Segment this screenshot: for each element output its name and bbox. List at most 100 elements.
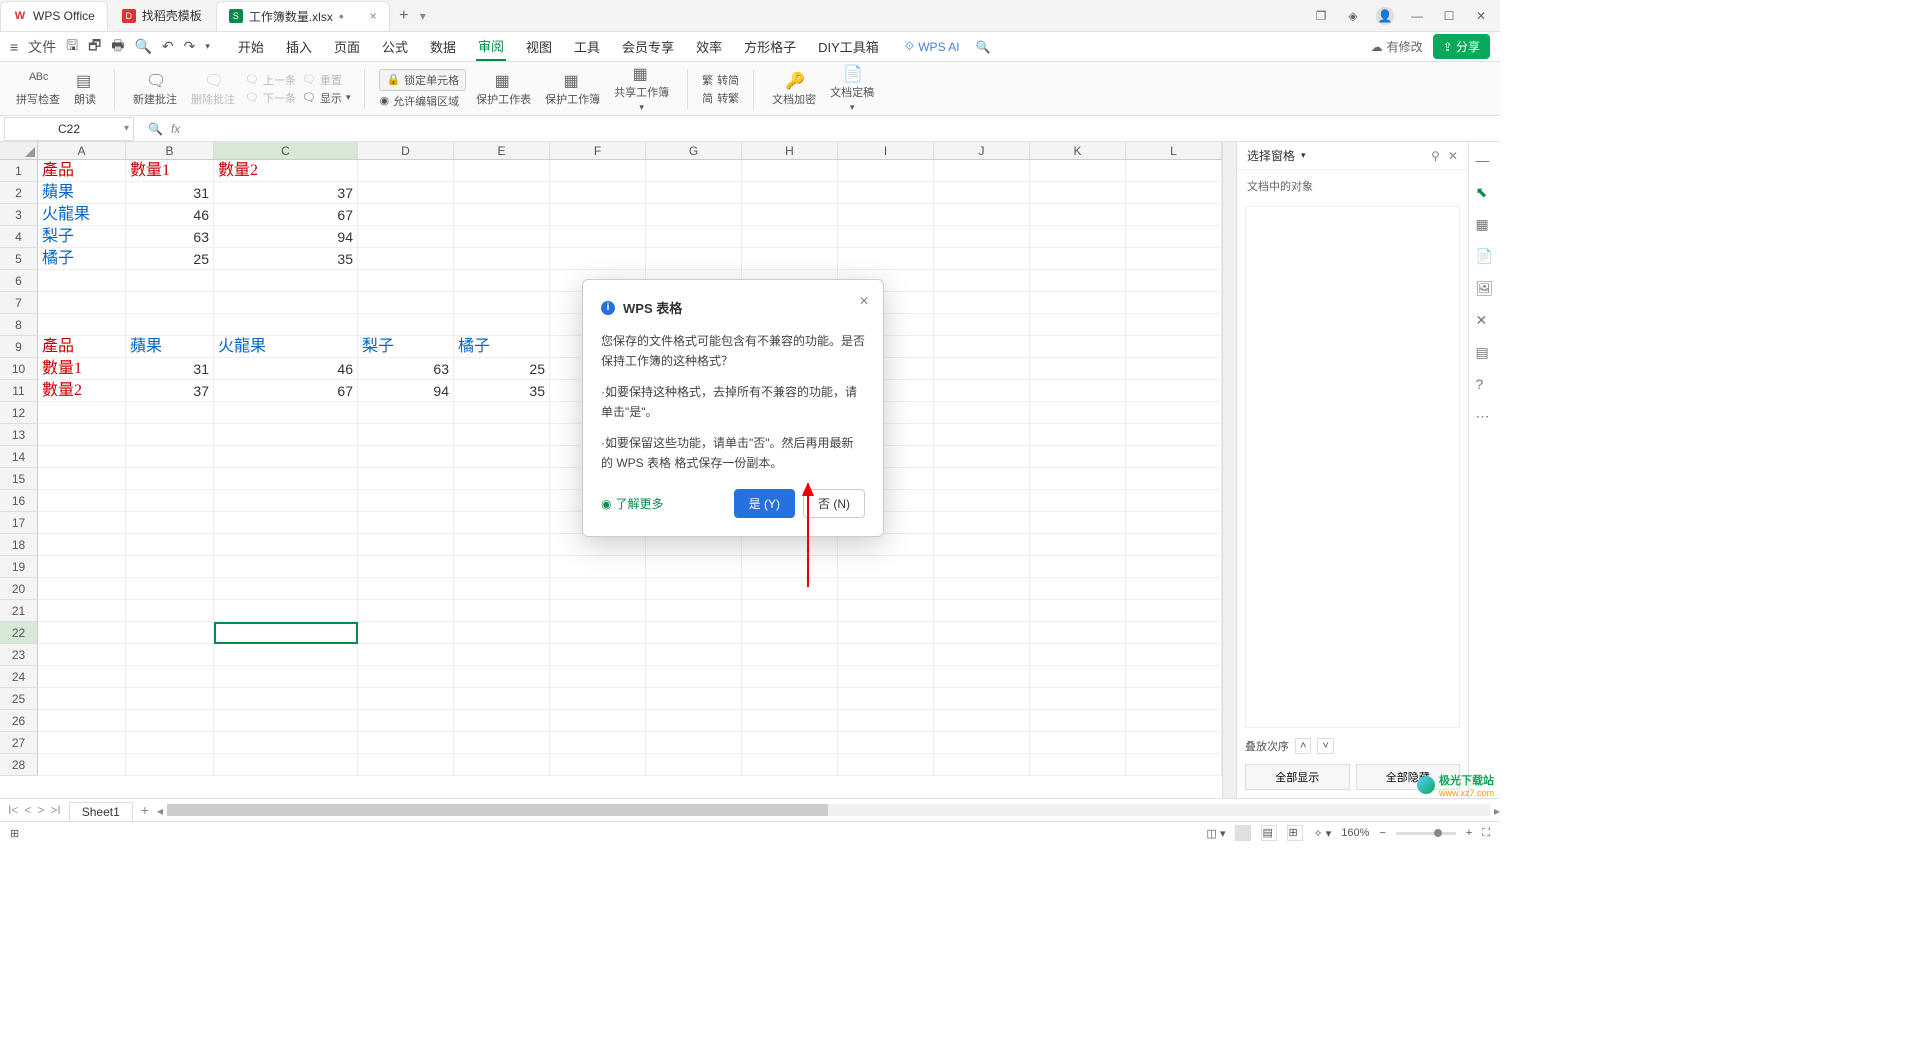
close-panel-icon[interactable]: ✕	[1448, 149, 1458, 163]
tools-icon[interactable]: ✕	[1476, 312, 1494, 330]
cell[interactable]	[214, 688, 358, 710]
cell[interactable]	[1126, 336, 1222, 358]
help-icon[interactable]: ?	[1476, 376, 1494, 394]
cell[interactable]	[1126, 314, 1222, 336]
more-icon[interactable]: ⋯	[1476, 408, 1494, 426]
cell[interactable]: 蘋果	[38, 182, 126, 204]
row-header-4[interactable]: 4	[0, 226, 38, 248]
row-header-22[interactable]: 22	[0, 622, 38, 644]
col-header-K[interactable]: K	[1030, 142, 1126, 159]
cell[interactable]	[126, 644, 214, 666]
cell[interactable]: 94	[358, 380, 454, 402]
cell[interactable]	[38, 666, 126, 688]
cell[interactable]	[550, 182, 646, 204]
cell[interactable]	[1126, 578, 1222, 600]
cell[interactable]	[1126, 292, 1222, 314]
row-header-15[interactable]: 15	[0, 468, 38, 490]
cell[interactable]	[1126, 424, 1222, 446]
cell[interactable]	[550, 226, 646, 248]
row-header-24[interactable]: 24	[0, 666, 38, 688]
allow-edit-button[interactable]: ◉允许编辑区域	[379, 93, 466, 109]
cell[interactable]	[550, 622, 646, 644]
cell[interactable]	[1030, 578, 1126, 600]
print-preview-icon[interactable]: 🖶	[111, 35, 124, 59]
cell[interactable]	[934, 534, 1030, 556]
cell[interactable]	[646, 622, 742, 644]
cell[interactable]	[214, 424, 358, 446]
cell[interactable]	[38, 424, 126, 446]
cell[interactable]	[454, 182, 550, 204]
cell[interactable]	[838, 754, 934, 776]
cell[interactable]	[646, 710, 742, 732]
cell[interactable]	[550, 248, 646, 270]
cell[interactable]	[358, 688, 454, 710]
cell[interactable]	[454, 688, 550, 710]
cell[interactable]	[358, 446, 454, 468]
cell[interactable]	[38, 446, 126, 468]
view-break-icon[interactable]: ⊞	[1287, 825, 1303, 841]
cell[interactable]	[38, 292, 126, 314]
row-header-21[interactable]: 21	[0, 600, 38, 622]
cell[interactable]	[358, 204, 454, 226]
cell[interactable]	[1030, 556, 1126, 578]
menu-tab-效率[interactable]: 效率	[694, 33, 724, 60]
cell[interactable]	[934, 182, 1030, 204]
row-header-23[interactable]: 23	[0, 644, 38, 666]
name-box[interactable]: C22 ▾	[4, 117, 134, 141]
cell[interactable]	[742, 622, 838, 644]
cell[interactable]	[358, 182, 454, 204]
cell[interactable]	[358, 666, 454, 688]
cell[interactable]	[742, 578, 838, 600]
row-header-16[interactable]: 16	[0, 490, 38, 512]
col-header-D[interactable]: D	[358, 142, 454, 159]
cell[interactable]	[646, 204, 742, 226]
cell[interactable]: 63	[126, 226, 214, 248]
cell[interactable]	[934, 556, 1030, 578]
cell[interactable]	[38, 402, 126, 424]
cell[interactable]	[1030, 600, 1126, 622]
cell[interactable]	[550, 754, 646, 776]
cell[interactable]	[550, 160, 646, 182]
select-tool-icon[interactable]: ⬉	[1476, 184, 1494, 202]
menu-tab-方形格子[interactable]: 方形格子	[742, 33, 798, 60]
row-header-26[interactable]: 26	[0, 710, 38, 732]
row-header-11[interactable]: 11	[0, 380, 38, 402]
delete-comment-button[interactable]: 🗨删除批注	[187, 71, 239, 107]
cell[interactable]	[1030, 160, 1126, 182]
cell[interactable]	[38, 622, 126, 644]
cell[interactable]	[934, 490, 1030, 512]
cell[interactable]	[126, 578, 214, 600]
cell[interactable]	[742, 688, 838, 710]
cell[interactable]	[126, 424, 214, 446]
cell[interactable]	[38, 754, 126, 776]
cell[interactable]	[126, 556, 214, 578]
cell[interactable]	[934, 292, 1030, 314]
cell[interactable]	[742, 204, 838, 226]
cell[interactable]	[934, 600, 1030, 622]
cell[interactable]	[1030, 754, 1126, 776]
cell[interactable]	[454, 160, 550, 182]
cell[interactable]	[1126, 534, 1222, 556]
no-button[interactable]: 否 (N)	[803, 489, 865, 518]
cell[interactable]: 產品	[38, 160, 126, 182]
cell[interactable]	[838, 534, 934, 556]
cell[interactable]	[934, 270, 1030, 292]
protect-sheet-button[interactable]: ▦保护工作表	[472, 71, 535, 107]
cell[interactable]	[1126, 644, 1222, 666]
cell[interactable]	[934, 402, 1030, 424]
sheet-tab[interactable]: Sheet1	[69, 802, 133, 821]
cell[interactable]	[742, 732, 838, 754]
cell[interactable]	[838, 710, 934, 732]
prev-comment-button[interactable]: 🗨上一条	[245, 72, 296, 88]
cell[interactable]: 產品	[38, 336, 126, 358]
cell[interactable]	[358, 512, 454, 534]
cell[interactable]	[38, 512, 126, 534]
chevron-down-icon[interactable]: ▾	[1301, 150, 1306, 161]
cell[interactable]	[550, 710, 646, 732]
cell[interactable]	[934, 204, 1030, 226]
cell[interactable]	[934, 380, 1030, 402]
cell[interactable]	[1126, 622, 1222, 644]
cell[interactable]	[454, 622, 550, 644]
cell[interactable]	[454, 534, 550, 556]
cell[interactable]	[214, 468, 358, 490]
